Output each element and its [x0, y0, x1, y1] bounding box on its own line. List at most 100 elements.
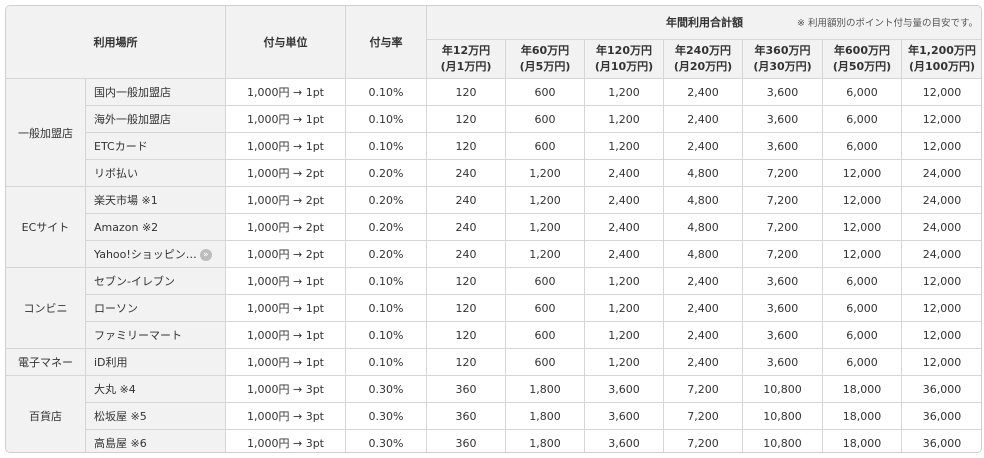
rate-cell: 0.10%: [345, 321, 427, 349]
points-value-cell: 2,400: [663, 105, 743, 133]
points-value-cell: 120: [426, 348, 506, 376]
category-label: ECサイト: [6, 186, 86, 268]
table-row: ETCカード 1,000円 → 1pt 0.10% 120 600 1,200 2,400 3…: [6, 132, 981, 160]
place-cell: ローソン: [85, 294, 226, 322]
unit-cell: 1,000円 → 2pt: [225, 213, 346, 241]
place-cell: 大丸 ※4: [85, 375, 226, 403]
expand-arrow-icon[interactable]: »: [199, 249, 212, 261]
points-value-cell: 12,000: [900, 348, 981, 376]
points-value-cell: 120: [426, 105, 506, 133]
amount-annual: 年240万円: [675, 44, 731, 57]
rate-cell: 0.20%: [345, 186, 427, 214]
amount-monthly: (月5万円): [519, 60, 571, 73]
unit-cell: 1,000円 → 2pt: [225, 186, 346, 214]
category-label: 一般加盟店: [6, 78, 86, 187]
place-label: ETCカード: [94, 140, 148, 153]
rate-cell: 0.10%: [345, 132, 427, 160]
points-value-cell: 12,000: [822, 186, 902, 214]
points-value-cell: 3,600: [742, 132, 823, 160]
amount-monthly: (月20万円): [673, 60, 733, 73]
points-value-cell: 18,000: [822, 402, 902, 430]
points-value-cell: 1,200: [584, 321, 664, 349]
points-value-cell: 4,800: [663, 186, 743, 214]
place-label: 大丸 ※4: [94, 383, 136, 396]
points-value-cell: 3,600: [742, 267, 823, 295]
points-value-cell: 1,800: [505, 402, 585, 430]
points-value-cell: 7,200: [663, 402, 743, 430]
place-cell: セブン-イレブン: [85, 267, 226, 295]
place-label: 海外一般加盟店: [94, 113, 171, 126]
points-value-cell: 600: [505, 321, 585, 349]
points-value-cell: 4,800: [663, 159, 743, 187]
header-amount-2: 年120万円 (月10万円): [584, 39, 664, 79]
unit-cell: 1,000円 → 3pt: [225, 429, 346, 452]
points-value-cell: 2,400: [663, 348, 743, 376]
points-value-cell: 10,800: [742, 402, 823, 430]
points-value-cell: 18,000: [822, 375, 902, 403]
points-value-cell: 3,600: [742, 105, 823, 133]
unit-cell: 1,000円 → 3pt: [225, 402, 346, 430]
table-header: 利用場所 付与単位 付与率 年間利用合計額 ※ 利用額別のポイント付与量の目安で…: [6, 6, 981, 79]
table-row: リボ払い 1,000円 → 2pt 0.20% 240 1,200 2,400 4,800 7…: [6, 159, 981, 187]
table-row: 高島屋 ※6 1,000円 → 3pt 0.30% 360 1,800 3,600 7,20…: [6, 429, 981, 452]
points-value-cell: 12,000: [822, 213, 902, 241]
points-value-cell: 12,000: [900, 105, 981, 133]
unit-cell: 1,000円 → 1pt: [225, 132, 346, 160]
points-value-cell: 24,000: [900, 159, 981, 187]
points-value-cell: 2,400: [584, 240, 664, 268]
points-value-cell: 12,000: [900, 294, 981, 322]
points-value-cell: 240: [426, 240, 506, 268]
points-value-cell: 6,000: [822, 321, 902, 349]
place-cell: 国内一般加盟店: [85, 78, 226, 106]
points-value-cell: 6,000: [822, 348, 902, 376]
table-row: Amazon ※2 1,000円 → 2pt 0.20% 240 1,200 2,400 4…: [6, 213, 981, 241]
points-value-cell: 2,400: [663, 267, 743, 295]
points-value-cell: 2,400: [663, 294, 743, 322]
points-value-cell: 7,200: [742, 186, 823, 214]
points-value-cell: 3,600: [742, 294, 823, 322]
header-amount-6: 年1,200万円 (月100万円): [900, 39, 981, 79]
header-amount-5: 年600万円 (月50万円): [822, 39, 902, 79]
points-table: 利用場所 付与単位 付与率 年間利用合計額 ※ 利用額別のポイント付与量の目安で…: [6, 6, 981, 452]
place-label: ファミリーマート: [94, 329, 182, 342]
amount-annual: 年360万円: [754, 44, 811, 57]
points-value-cell: 120: [426, 78, 506, 106]
header-total: 年間利用合計額 ※ 利用額別のポイント付与量の目安です。: [425, 6, 981, 40]
points-value-cell: 7,200: [742, 213, 823, 241]
amount-monthly: (月30万円): [753, 60, 812, 73]
points-value-cell: 1,200: [505, 240, 585, 268]
points-value-cell: 36,000: [900, 402, 981, 430]
unit-cell: 1,000円 → 3pt: [225, 375, 346, 403]
points-value-cell: 7,200: [663, 375, 743, 403]
unit-cell: 1,000円 → 1pt: [225, 105, 346, 133]
points-value-cell: 12,000: [900, 267, 981, 295]
points-value-cell: 600: [505, 105, 585, 133]
table-row: Yahoo!ショッピン…» 1,000円 → 2pt 0.20% 240 1,200 2,…: [6, 240, 981, 268]
points-value-cell: 3,600: [584, 429, 664, 452]
rate-cell: 0.10%: [345, 294, 427, 322]
amount-annual: 年600万円: [834, 44, 890, 57]
points-value-cell: 10,800: [742, 375, 823, 403]
points-value-cell: 1,200: [584, 132, 664, 160]
amount-monthly: (月50万円): [832, 60, 892, 73]
rate-cell: 0.20%: [345, 159, 427, 187]
table-row: 一般加盟店 国内一般加盟店 1,000円 → 1pt 0.10% 120 600 1,200…: [6, 78, 981, 187]
points-value-cell: 3,600: [584, 375, 664, 403]
points-value-cell: 12,000: [900, 321, 981, 349]
points-value-cell: 360: [426, 429, 506, 452]
unit-cell: 1,000円 → 2pt: [225, 240, 346, 268]
points-value-cell: 2,400: [584, 159, 664, 187]
points-value-cell: 1,200: [584, 267, 664, 295]
points-value-cell: 6,000: [822, 132, 902, 160]
rate-cell: 0.30%: [345, 375, 427, 403]
points-value-cell: 240: [426, 186, 506, 214]
points-value-cell: 7,200: [742, 240, 823, 268]
place-label: Amazon ※2: [94, 220, 159, 234]
points-value-cell: 6,000: [822, 105, 902, 133]
table-row: 松坂屋 ※5 1,000円 → 3pt 0.30% 360 1,800 3,600 7,20…: [6, 402, 981, 430]
points-value-cell: 36,000: [900, 375, 981, 403]
points-value-cell: 24,000: [900, 186, 981, 214]
points-value-cell: 1,200: [584, 294, 664, 322]
points-value-cell: 7,200: [663, 429, 743, 452]
points-value-cell: 4,800: [663, 240, 743, 268]
